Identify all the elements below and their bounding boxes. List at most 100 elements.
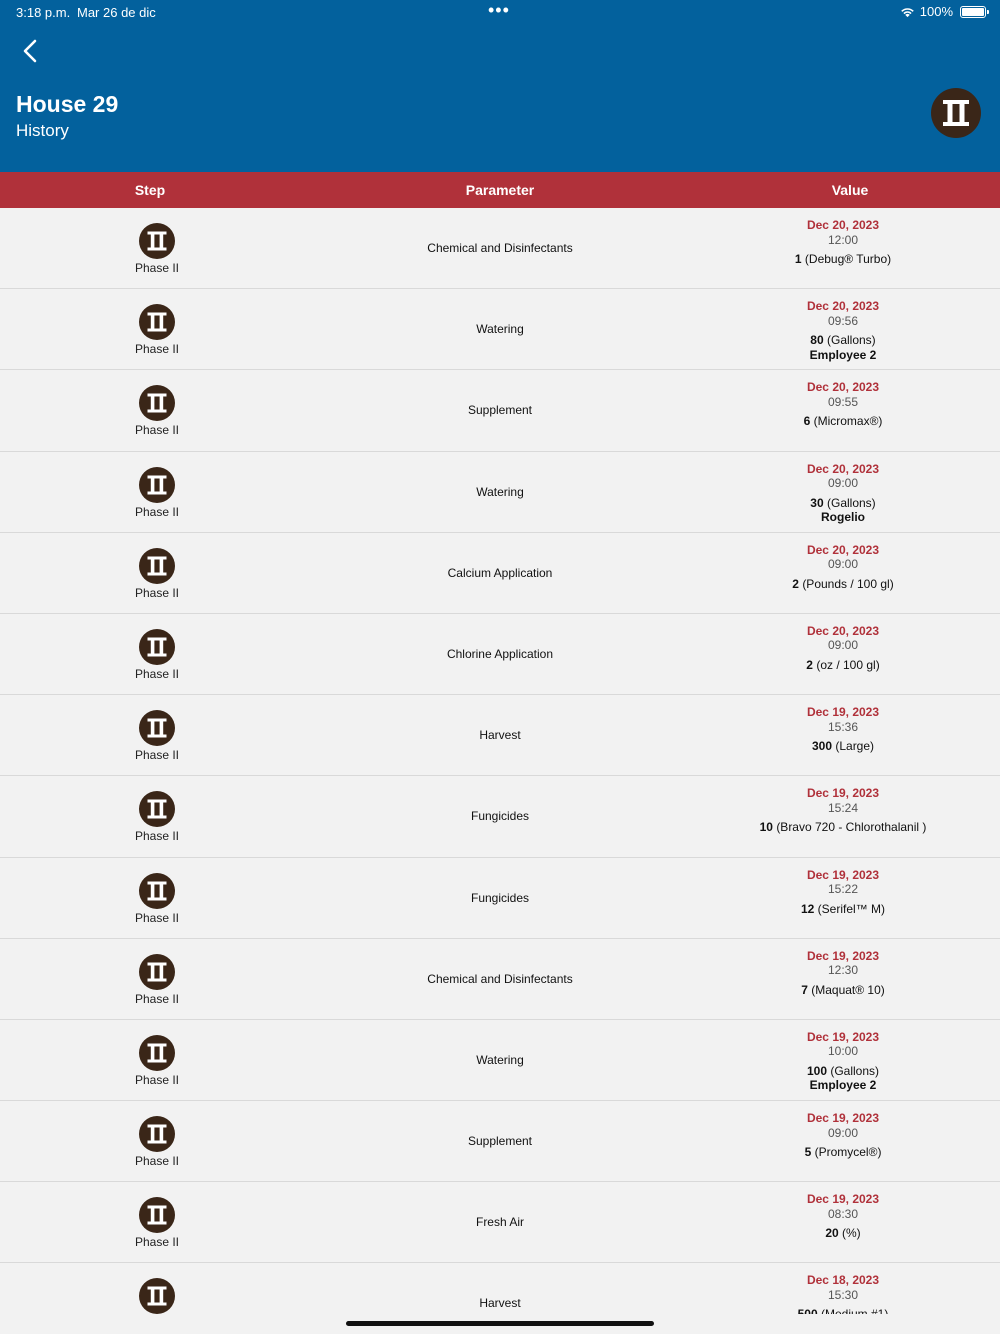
table-row[interactable]: Phase II Fungicides Dec 19, 2023 15:24 10 (B…	[0, 776, 1000, 858]
value-date: Dec 19, 2023	[806, 1111, 880, 1126]
history-list[interactable]: Phase II Chemical and Disinfectants Dec 20…	[0, 208, 1000, 1314]
value-amount: 10	[759, 820, 773, 835]
value-cell: Dec 19, 2023 15:22 12 (Serifel™ M)	[693, 868, 993, 917]
parameter-label: Supplement	[467, 1134, 533, 1149]
value-amount: 12	[800, 901, 815, 916]
page-subtitle: History	[16, 121, 69, 140]
step-label: Phase II	[134, 666, 180, 681]
value-time: 09:00	[827, 557, 859, 572]
value-amount: 20	[825, 1226, 839, 1241]
value-cell: Dec 19, 2023 09:00 5 (Promycel®)	[693, 1111, 993, 1160]
value-date: Dec 19, 2023	[806, 786, 880, 801]
table-row[interactable]: Phase II Fresh Air Dec 19, 2023 08:30 20 (%)	[0, 1182, 1000, 1264]
value-unit: (Bravo 720 - Chlorothalanil )	[776, 820, 927, 835]
parameter-label: Harvest	[479, 728, 521, 743]
column-header-parameter: Parameter	[465, 182, 535, 198]
wifi-icon	[900, 7, 914, 17]
table-row[interactable]: Phase IIHarvestDec 18, 202315:30500 (Med…	[0, 1263, 1000, 1314]
parameter-label: Chemical and Disinfectants	[427, 241, 573, 255]
value-time: 10:00	[827, 1044, 859, 1059]
status-date: Mar 26 de dic	[77, 5, 156, 20]
value-unit: (Maquat® 10)	[811, 982, 885, 997]
battery-icon	[960, 5, 989, 18]
value-time: 15:22	[827, 882, 859, 896]
value-unit: (Pounds / 100 gl)	[802, 576, 894, 591]
value-unit: (Gallons)	[827, 333, 876, 348]
value-amount-line: 1 (Debug® Turbo)	[693, 252, 993, 267]
value-date: Dec 20, 2023	[806, 299, 880, 314]
app-header: 3:18 p.m. Mar 26 de dic ••• 100% House 2…	[0, 0, 1000, 172]
value-date: Dec 18, 2023	[806, 1273, 880, 1288]
value-date: Dec 20, 2023	[806, 218, 880, 232]
table-row[interactable]: Phase II Supplement Dec 19, 2023 09:00 5 (Pr…	[0, 1101, 1000, 1183]
table-row[interactable]: Phase II Watering Dec 20, 2023 09:00 30 (Gal…	[0, 451, 1000, 533]
table-row[interactable]: Phase II Calcium Application Dec 20, 2023 0…	[0, 532, 1000, 614]
phase-two-icon	[139, 1278, 175, 1314]
value-amount-line: 10 (Bravo 720 - Chlorothalanil )	[693, 820, 993, 835]
table-row[interactable]: Phase II Chlorine Application Dec 20, 2023…	[0, 613, 1000, 696]
step-label: Phase II	[134, 1235, 180, 1250]
value-date: Dec 20, 2023	[806, 461, 880, 476]
value-amount-line: 80 (Gallons)	[693, 333, 993, 348]
value-time: 09:00	[827, 1125, 859, 1140]
parameter-label: Chemical and Disinfectants	[427, 971, 573, 986]
phase-two-icon	[139, 953, 175, 990]
value-amount: 5	[804, 1145, 812, 1160]
table-header: Step Parameter Value	[0, 172, 1000, 208]
table-row[interactable]: Phase II Watering Dec 20, 2023 09:56 80 (Gal…	[0, 289, 1000, 371]
value-amount-line: 2 (oz / 100 gl)	[693, 658, 993, 673]
value-amount-line: 2 (Pounds / 100 gl)	[693, 577, 993, 592]
table-row[interactable]: Phase II Harvest Dec 19, 2023 15:36 300 (Lar…	[0, 695, 1000, 777]
value-amount-line: 30 (Gallons)	[693, 496, 993, 511]
multitasking-dots-icon[interactable]: •••	[488, 0, 510, 21]
step-label: Phase II	[134, 504, 180, 519]
value-time: 15:24	[827, 800, 859, 815]
step-label: Phase II	[134, 1072, 180, 1087]
value-date: Dec 20, 2023	[806, 623, 880, 638]
home-indicator[interactable]	[346, 1321, 654, 1326]
value-cell: Dec 19, 2023 15:36 300 (Large)	[693, 705, 993, 754]
value-unit: (oz / 100 gl)	[816, 657, 880, 672]
phase-two-icon	[139, 710, 175, 747]
value-amount: 30	[810, 495, 824, 510]
phase-two-icon	[139, 791, 175, 828]
parameter-label: Watering	[476, 484, 524, 499]
value-amount: 1	[794, 252, 802, 266]
value-unit: (Serifel™ M)	[817, 901, 886, 916]
value-unit: (Promycel®)	[814, 1145, 882, 1160]
value-amount: 7	[801, 982, 808, 997]
value-amount: 500	[798, 1307, 818, 1314]
parameter-label: Harvest	[479, 1296, 521, 1311]
phase-two-icon	[139, 547, 175, 584]
table-row[interactable]: Phase II Chemical and Disinfectants Dec 19…	[0, 938, 1000, 1020]
phase-two-icon	[139, 466, 175, 503]
value-unit: (%)	[842, 1226, 861, 1241]
value-person: Employee 2	[809, 347, 877, 362]
value-amount: 80	[810, 333, 824, 348]
phase-two-icon	[139, 628, 175, 665]
table-row[interactable]: Phase II Supplement Dec 20, 2023 09:55 6 (Mi…	[0, 370, 1000, 452]
status-bar: 3:18 p.m. Mar 26 de dic ••• 100%	[0, 0, 1000, 24]
parameter-label: Chlorine Application	[446, 646, 554, 661]
value-time: 12:30	[827, 963, 859, 978]
value-time: 09:00	[827, 476, 859, 491]
table-row[interactable]: Phase II Watering Dec 19, 2023 10:00 100 (Ga…	[0, 1019, 1000, 1102]
value-cell: Dec 19, 2023 10:00 100 (Gallons) Employee 2	[693, 1030, 993, 1093]
table-row[interactable]: Phase II Chemical and Disinfectants Dec 20…	[0, 208, 1000, 290]
value-unit: (Gallons)	[827, 495, 876, 510]
table-row[interactable]: Phase II Fungicides Dec 19, 2023 15:22 12 (S…	[0, 857, 1000, 939]
step-label: Phase II	[134, 423, 180, 438]
value-amount-line: 7 (Maquat® 10)	[693, 983, 993, 998]
step-label: Phase II	[134, 261, 180, 275]
value-date: Dec 19, 2023	[806, 867, 880, 882]
value-unit: (Large)	[835, 739, 875, 754]
parameter-label: Fresh Air	[475, 1215, 524, 1230]
value-date: Dec 19, 2023	[806, 705, 880, 720]
value-cell: Dec 19, 2023 15:24 10 (Bravo 720 - Chlorot…	[693, 786, 993, 835]
back-button[interactable]	[18, 36, 46, 66]
value-date: Dec 20, 2023	[806, 380, 880, 395]
value-cell: Dec 20, 2023 09:00 2 (Pounds / 100 gl)	[693, 543, 993, 592]
value-amount-line: 300 (Large)	[693, 739, 993, 754]
step-label: Phase II	[134, 748, 180, 763]
value-amount: 100	[806, 1063, 827, 1078]
